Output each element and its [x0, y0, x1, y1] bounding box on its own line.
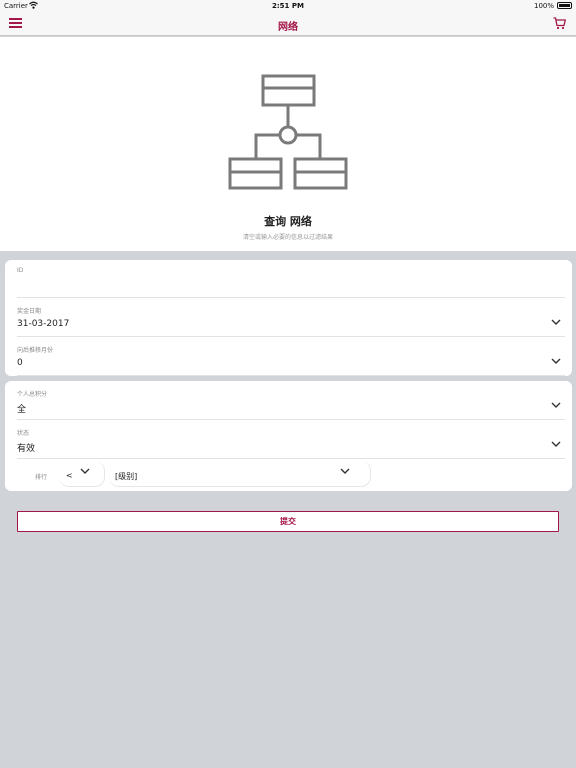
personal-points-label: 个人总积分 — [17, 391, 48, 398]
months-back-value: 0 — [17, 358, 23, 368]
battery-icon — [557, 2, 572, 9]
filter-card-secondary: 个人总积分 全 状态 有效 排行 < [级别] — [5, 381, 572, 491]
months-back-label: 向后推移月份 — [17, 347, 54, 354]
submit-button[interactable]: 提交 — [17, 511, 559, 532]
bonus-date-select[interactable]: 奖金日期 31-03-2017 — [17, 299, 565, 337]
chevron-down-icon — [80, 468, 90, 474]
months-back-select[interactable]: 向后推移月份 0 — [17, 338, 565, 376]
chevron-down-icon — [551, 441, 561, 447]
status-label: 状态 — [17, 430, 30, 437]
nav-bar: 网络 — [0, 12, 576, 36]
chevron-down-icon — [340, 468, 350, 474]
query-heading: 查询 网络 — [264, 215, 312, 228]
personal-points-select[interactable]: 个人总积分 全 — [17, 382, 565, 420]
rank-level-value: [级别] — [115, 472, 138, 481]
shopping-cart-icon[interactable] — [553, 17, 566, 30]
id-label: ID — [17, 267, 24, 274]
bonus-date-value: 31-03-2017 — [17, 319, 70, 329]
chevron-down-icon — [551, 358, 561, 364]
rank-level-select[interactable]: [级别] — [109, 461, 371, 487]
network-hierarchy-icon — [228, 74, 348, 190]
status-bar: Carrier 2:51 PM 100% — [0, 0, 576, 12]
rank-operator-value: < — [66, 471, 73, 480]
status-select[interactable]: 状态 有效 — [17, 421, 565, 459]
personal-points-value: 全 — [17, 405, 27, 415]
page-title: 网络 — [278, 22, 298, 33]
battery-percent: 100% — [533, 2, 554, 10]
clock: 2:51 PM — [272, 2, 304, 10]
chevron-down-icon — [551, 402, 561, 408]
rank-label: 排行 — [35, 474, 48, 481]
id-field[interactable]: ID — [17, 260, 565, 298]
rank-operator-select[interactable]: < — [59, 461, 105, 487]
rank-filter-row: 排行 < [级别] — [5, 460, 572, 490]
hero-section: 查询 网络 清空或输入必要的信息以过滤结果 — [0, 37, 576, 251]
status-value: 有效 — [17, 444, 36, 454]
chevron-down-icon — [551, 319, 561, 325]
bonus-date-label: 奖金日期 — [17, 308, 42, 315]
filter-card-primary: ID 奖金日期 31-03-2017 向后推移月份 0 — [5, 260, 572, 376]
query-subtitle: 清空或输入必要的信息以过滤结果 — [242, 234, 333, 241]
